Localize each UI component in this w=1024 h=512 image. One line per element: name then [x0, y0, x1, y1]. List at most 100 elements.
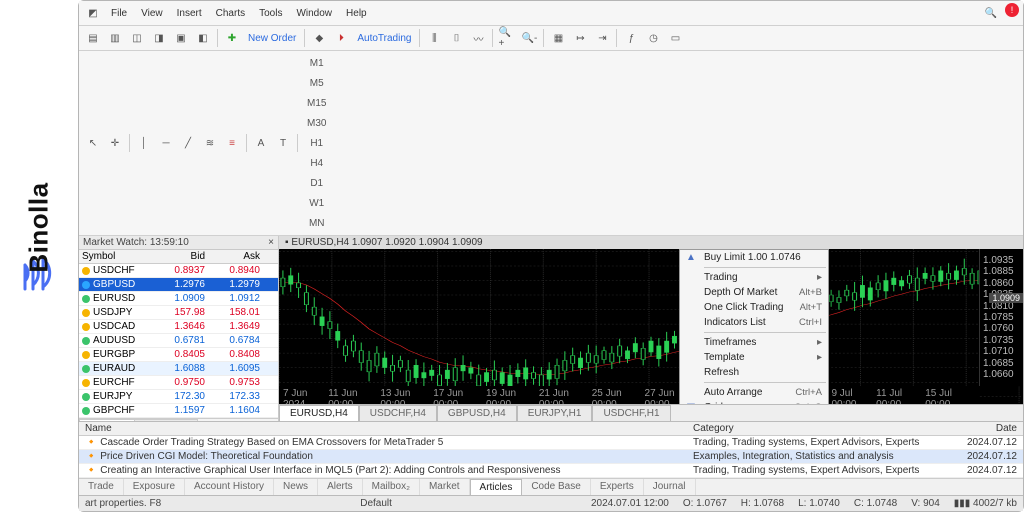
ctx-auto-arrange[interactable]: Auto ArrangeCtrl+A — [680, 385, 828, 400]
terminal-tab-trade[interactable]: Trade — [79, 479, 124, 495]
menu-window[interactable]: Window — [290, 6, 338, 21]
status-hint: art properties. F8 — [85, 498, 161, 509]
mw-row-GBPUSD[interactable]: GBPUSD1.29761.2979 — [79, 278, 278, 292]
shift-icon[interactable]: ⇥ — [592, 28, 612, 48]
vline-icon[interactable]: │ — [134, 133, 154, 153]
line-chart-icon[interactable]: 〰 — [468, 28, 488, 48]
menu-file[interactable]: File — [105, 6, 133, 21]
market-watch: SymbolBidAsk USDCHF0.89370.8940GBPUSD1.2… — [79, 250, 278, 418]
meta-icon[interactable]: ◆ — [309, 28, 329, 48]
menu-help[interactable]: Help — [340, 6, 373, 21]
mw-row-EURUSD[interactable]: EURUSD1.09091.0912 — [79, 292, 278, 306]
mw-row-EURGBP[interactable]: EURGBP0.84050.8408 — [79, 348, 278, 362]
terminal-tab-experts[interactable]: Experts — [591, 479, 644, 495]
tester-icon[interactable]: ◧ — [193, 28, 213, 48]
alert-badge[interactable]: ! — [1005, 3, 1019, 17]
menu-insert[interactable]: Insert — [171, 6, 208, 21]
chart-tab[interactable]: GBPUSD,H4 — [437, 405, 517, 421]
new-order-icon[interactable]: ✚ — [222, 28, 242, 48]
context-menu: ▲Buy Limit 1.00 1.0746 Trading▸Depth Of M… — [679, 249, 829, 404]
tf-H4[interactable]: H4 — [302, 153, 331, 173]
mw-row-EURAUD[interactable]: EURAUD1.60881.6095 — [79, 362, 278, 376]
menu-charts[interactable]: Charts — [210, 6, 251, 21]
chart-tab[interactable]: EURUSD,H4 — [279, 405, 359, 421]
mw-row-AUDUSD[interactable]: AUDUSD0.67810.6784 — [79, 334, 278, 348]
channel-icon[interactable]: ≋ — [200, 133, 220, 153]
chart-area[interactable]: ▪ EURUSD,H4 1.0907 1.0920 1.0904 1.0909 … — [279, 236, 1023, 421]
toolbar-main: ▤ ▥ ◫ ◨ ▣ ◧ ✚ New Order ◆ ⏵ AutoTrading … — [79, 26, 1023, 51]
market-watch-icon[interactable]: ◫ — [127, 28, 147, 48]
tf-M1[interactable]: M1 — [302, 53, 331, 73]
templates-icon[interactable]: ▭ — [665, 28, 685, 48]
fibo-icon[interactable]: ≡ — [222, 133, 242, 153]
chart-tab[interactable]: USDCHF,H4 — [359, 405, 437, 421]
terminal-tab-mailbox₂[interactable]: Mailbox₂ — [363, 479, 420, 495]
tf-W1[interactable]: W1 — [302, 193, 331, 213]
mw-row-GBPCHF[interactable]: GBPCHF1.15971.1604 — [79, 404, 278, 418]
ctx-indicators-list[interactable]: Indicators ListCtrl+I — [680, 315, 828, 330]
brand-text: Binolla — [24, 182, 55, 272]
terminal-tab-news[interactable]: News — [274, 479, 318, 495]
terminal-tab-code base[interactable]: Code Base — [522, 479, 590, 495]
mw-row-USDCHF[interactable]: USDCHF0.89370.8940 — [79, 264, 278, 278]
ctx-trading[interactable]: Trading▸ — [680, 270, 828, 285]
candle-icon[interactable]: ⌷ — [446, 28, 466, 48]
terminal-tab-account history[interactable]: Account History — [185, 479, 274, 495]
zoom-in-icon[interactable]: 🔍+ — [497, 28, 517, 48]
ctx-template[interactable]: Template▸ — [680, 350, 828, 365]
ctx-buy-limit-[interactable]: ▲Buy Limit 1.00 1.0746 — [680, 250, 828, 265]
terminal-tab-journal[interactable]: Journal — [644, 479, 696, 495]
ctx-timeframes[interactable]: Timeframes▸ — [680, 335, 828, 350]
terminal-tab-alerts[interactable]: Alerts — [318, 479, 363, 495]
terminal-tab-exposure[interactable]: Exposure — [124, 479, 185, 495]
mw-row-USDJPY[interactable]: USDJPY157.98158.01 — [79, 306, 278, 320]
terminal-icon[interactable]: ▣ — [171, 28, 191, 48]
nav-icon[interactable]: ◨ — [149, 28, 169, 48]
cursor-icon[interactable]: ↖ — [83, 133, 103, 153]
article-row[interactable]: 🔸 Creating an Interactive Graphical User… — [79, 464, 1023, 478]
auto-trading-icon[interactable]: ⏵ — [331, 28, 351, 48]
menu-view[interactable]: View — [135, 6, 169, 21]
zoom-out-icon[interactable]: 🔍- — [519, 28, 539, 48]
hline-icon[interactable]: ─ — [156, 133, 176, 153]
terminal-panel: NameCategoryDate 🔸 Cascade Order Trading… — [79, 421, 1023, 495]
chart-tab[interactable]: USDCHF,H1 — [592, 405, 670, 421]
tf-H1[interactable]: H1 — [302, 133, 331, 153]
close-icon[interactable]: × — [268, 237, 274, 248]
ctx-depth-of-market[interactable]: Depth Of MarketAlt+B — [680, 285, 828, 300]
tf-M30[interactable]: M30 — [302, 113, 331, 133]
ctx-one-click-trading[interactable]: One Click TradingAlt+T — [680, 300, 828, 315]
chart-title: ▪ EURUSD,H4 1.0907 1.0920 1.0904 1.0909 — [279, 236, 1023, 249]
mw-row-EURCHF[interactable]: EURCHF0.97500.9753 — [79, 376, 278, 390]
tile-icon[interactable]: ▦ — [548, 28, 568, 48]
market-watch-title: Market Watch: 13:59:10× — [79, 236, 278, 250]
terminal-tab-articles[interactable]: Articles — [470, 479, 523, 495]
scroll-icon[interactable]: ↦ — [570, 28, 590, 48]
new-order-button[interactable]: New Order — [244, 31, 300, 46]
tf-MN[interactable]: MN — [302, 213, 331, 233]
mw-row-USDCAD[interactable]: USDCAD1.36461.3649 — [79, 320, 278, 334]
article-row[interactable]: 🔸 Price Driven CGI Model: Theoretical Fo… — [79, 450, 1023, 464]
menubar: ◩ File View Insert Charts Tools Window H… — [79, 1, 1023, 26]
chart-tab[interactable]: EURJPY,H1 — [517, 405, 593, 421]
crosshair-icon[interactable]: ✛ — [105, 133, 125, 153]
trendline-icon[interactable]: ╱ — [178, 133, 198, 153]
tf-D1[interactable]: D1 — [302, 173, 331, 193]
mw-row-EURJPY[interactable]: EURJPY172.30172.33 — [79, 390, 278, 404]
label-icon[interactable]: T — [273, 133, 293, 153]
new-chart-icon[interactable]: ▤ — [83, 28, 103, 48]
text-icon[interactable]: A — [251, 133, 271, 153]
bar-chart-icon[interactable]: ⫼ — [424, 28, 444, 48]
ctx-grid[interactable]: ▦GridCtrl+G — [680, 400, 828, 404]
terminal-tab-market[interactable]: Market — [420, 479, 470, 495]
auto-trading-button[interactable]: AutoTrading — [353, 31, 415, 46]
profiles-icon[interactable]: ▥ — [105, 28, 125, 48]
tf-M5[interactable]: M5 — [302, 73, 331, 93]
tf-M15[interactable]: M15 — [302, 93, 331, 113]
search-icon[interactable]: 🔍 — [981, 3, 1001, 23]
ctx-refresh[interactable]: Refresh — [680, 365, 828, 380]
periods-icon[interactable]: ◷ — [643, 28, 663, 48]
menu-tools[interactable]: Tools — [253, 6, 288, 21]
article-row[interactable]: 🔸 Cascade Order Trading Strategy Based o… — [79, 436, 1023, 450]
indicators-icon[interactable]: ƒ — [621, 28, 641, 48]
